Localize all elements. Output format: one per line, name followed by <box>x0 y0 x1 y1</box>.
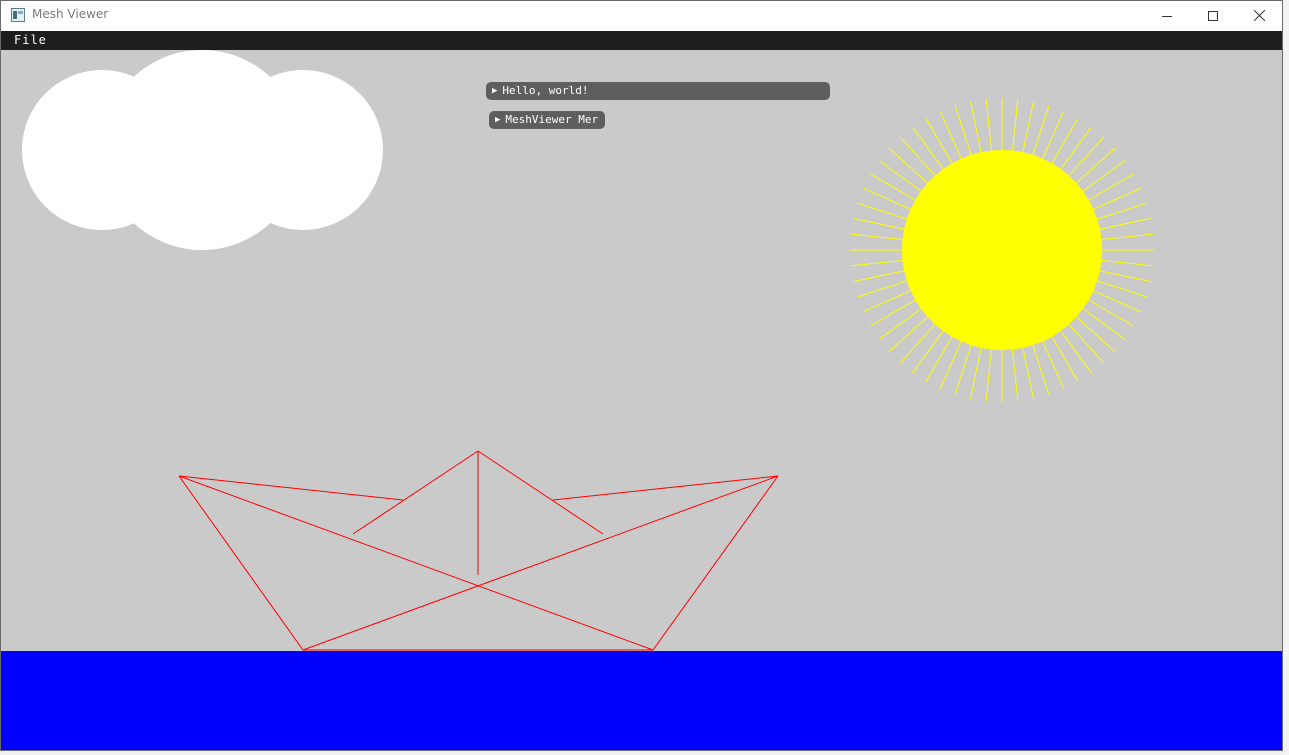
sun-ray <box>1068 136 1105 177</box>
sun-ray <box>1068 323 1105 364</box>
sun-ray <box>1093 187 1142 210</box>
maximize-icon <box>1208 10 1218 21</box>
sun-ray <box>1101 259 1154 267</box>
sun-ray <box>1082 308 1126 340</box>
sun-ray <box>939 110 962 159</box>
sun-ray <box>888 147 929 184</box>
sun-ray <box>985 98 993 151</box>
water <box>1 651 1282 750</box>
minimize-icon <box>1162 15 1172 17</box>
sun-ray <box>850 233 903 241</box>
sun-ray <box>969 347 982 399</box>
sun-ray <box>878 160 922 192</box>
sun-ray <box>954 105 972 156</box>
sun-ray <box>878 308 922 340</box>
close-icon <box>1253 10 1265 21</box>
sun-ray <box>1022 347 1035 399</box>
title-bar[interactable]: Mesh Viewer <box>1 1 1282 31</box>
sun-ray <box>985 349 993 402</box>
sun-ray <box>1060 330 1092 374</box>
sun-ray <box>1051 118 1079 164</box>
sun-ray <box>1032 344 1050 395</box>
sun-ray <box>1075 316 1116 353</box>
sun-ray <box>1099 270 1151 283</box>
sun-ray <box>870 173 916 201</box>
sun-ray <box>1088 173 1134 201</box>
menu-bar: File <box>1 31 1282 50</box>
sun-ray <box>1096 280 1147 298</box>
sun-ray <box>912 330 944 374</box>
render-viewport[interactable]: ▶ Hello, world! ▶ MeshViewer Mer <box>1 50 1282 651</box>
cloud <box>22 50 383 250</box>
sun <box>850 98 1154 402</box>
sun-ray <box>939 341 962 390</box>
sun-ray <box>1099 217 1151 230</box>
hello-world-window[interactable]: ▶ Hello, world! <box>486 82 830 100</box>
sun-ray <box>888 316 929 353</box>
sun-ray <box>1032 105 1050 156</box>
sun-ray <box>1088 299 1134 327</box>
paper-boat <box>178 450 779 651</box>
sun-ray <box>899 323 936 364</box>
sun-ray <box>954 344 972 395</box>
expand-arrow-icon[interactable]: ▶ <box>492 82 497 100</box>
sun-ray <box>857 280 908 298</box>
meshviewer-menu-window[interactable]: ▶ MeshViewer Mer <box>489 111 605 129</box>
window-title: Mesh Viewer <box>32 7 109 21</box>
sun-ray <box>1011 349 1019 402</box>
sun-ray <box>925 336 953 382</box>
meshviewer-window-title: MeshViewer Mer <box>505 113 599 126</box>
sun-ray <box>862 187 911 210</box>
maximize-button[interactable] <box>1190 1 1236 30</box>
sun-ray <box>912 126 944 170</box>
sun-ray <box>1075 147 1116 184</box>
close-button[interactable] <box>1236 1 1282 30</box>
sun-ray <box>1096 202 1147 220</box>
sun-ray <box>850 259 903 267</box>
sun-ray <box>853 217 905 230</box>
sun-ray <box>925 118 953 164</box>
mesh-viewer-window: Mesh Viewer File ▶ Hello, world! ▶ MeshV… <box>0 0 1283 751</box>
sun-ray <box>862 290 911 313</box>
sun-ray <box>853 270 905 283</box>
sun-ray <box>1082 160 1126 192</box>
expand-arrow-icon[interactable]: ▶ <box>495 111 500 129</box>
sun-ray <box>870 299 916 327</box>
sun-ray <box>969 101 982 153</box>
menu-item-file[interactable]: File <box>14 33 47 47</box>
hello-world-window-title: Hello, world! <box>502 84 589 97</box>
app-window-icon <box>11 8 25 22</box>
sun-ray <box>1093 290 1142 313</box>
sun-ray <box>1022 101 1035 153</box>
sun-ray <box>899 136 936 177</box>
scene-canvas <box>22 50 1154 651</box>
sun-ray <box>1051 336 1079 382</box>
sun-ray <box>1042 341 1065 390</box>
sun-ray <box>857 202 908 220</box>
sun-ray <box>1011 98 1019 151</box>
minimize-button[interactable] <box>1144 1 1190 30</box>
sun-ray <box>1042 110 1065 159</box>
sun-ray <box>1101 233 1154 241</box>
sun-ray <box>1060 126 1092 170</box>
background-desktop-edge <box>1283 0 1289 755</box>
